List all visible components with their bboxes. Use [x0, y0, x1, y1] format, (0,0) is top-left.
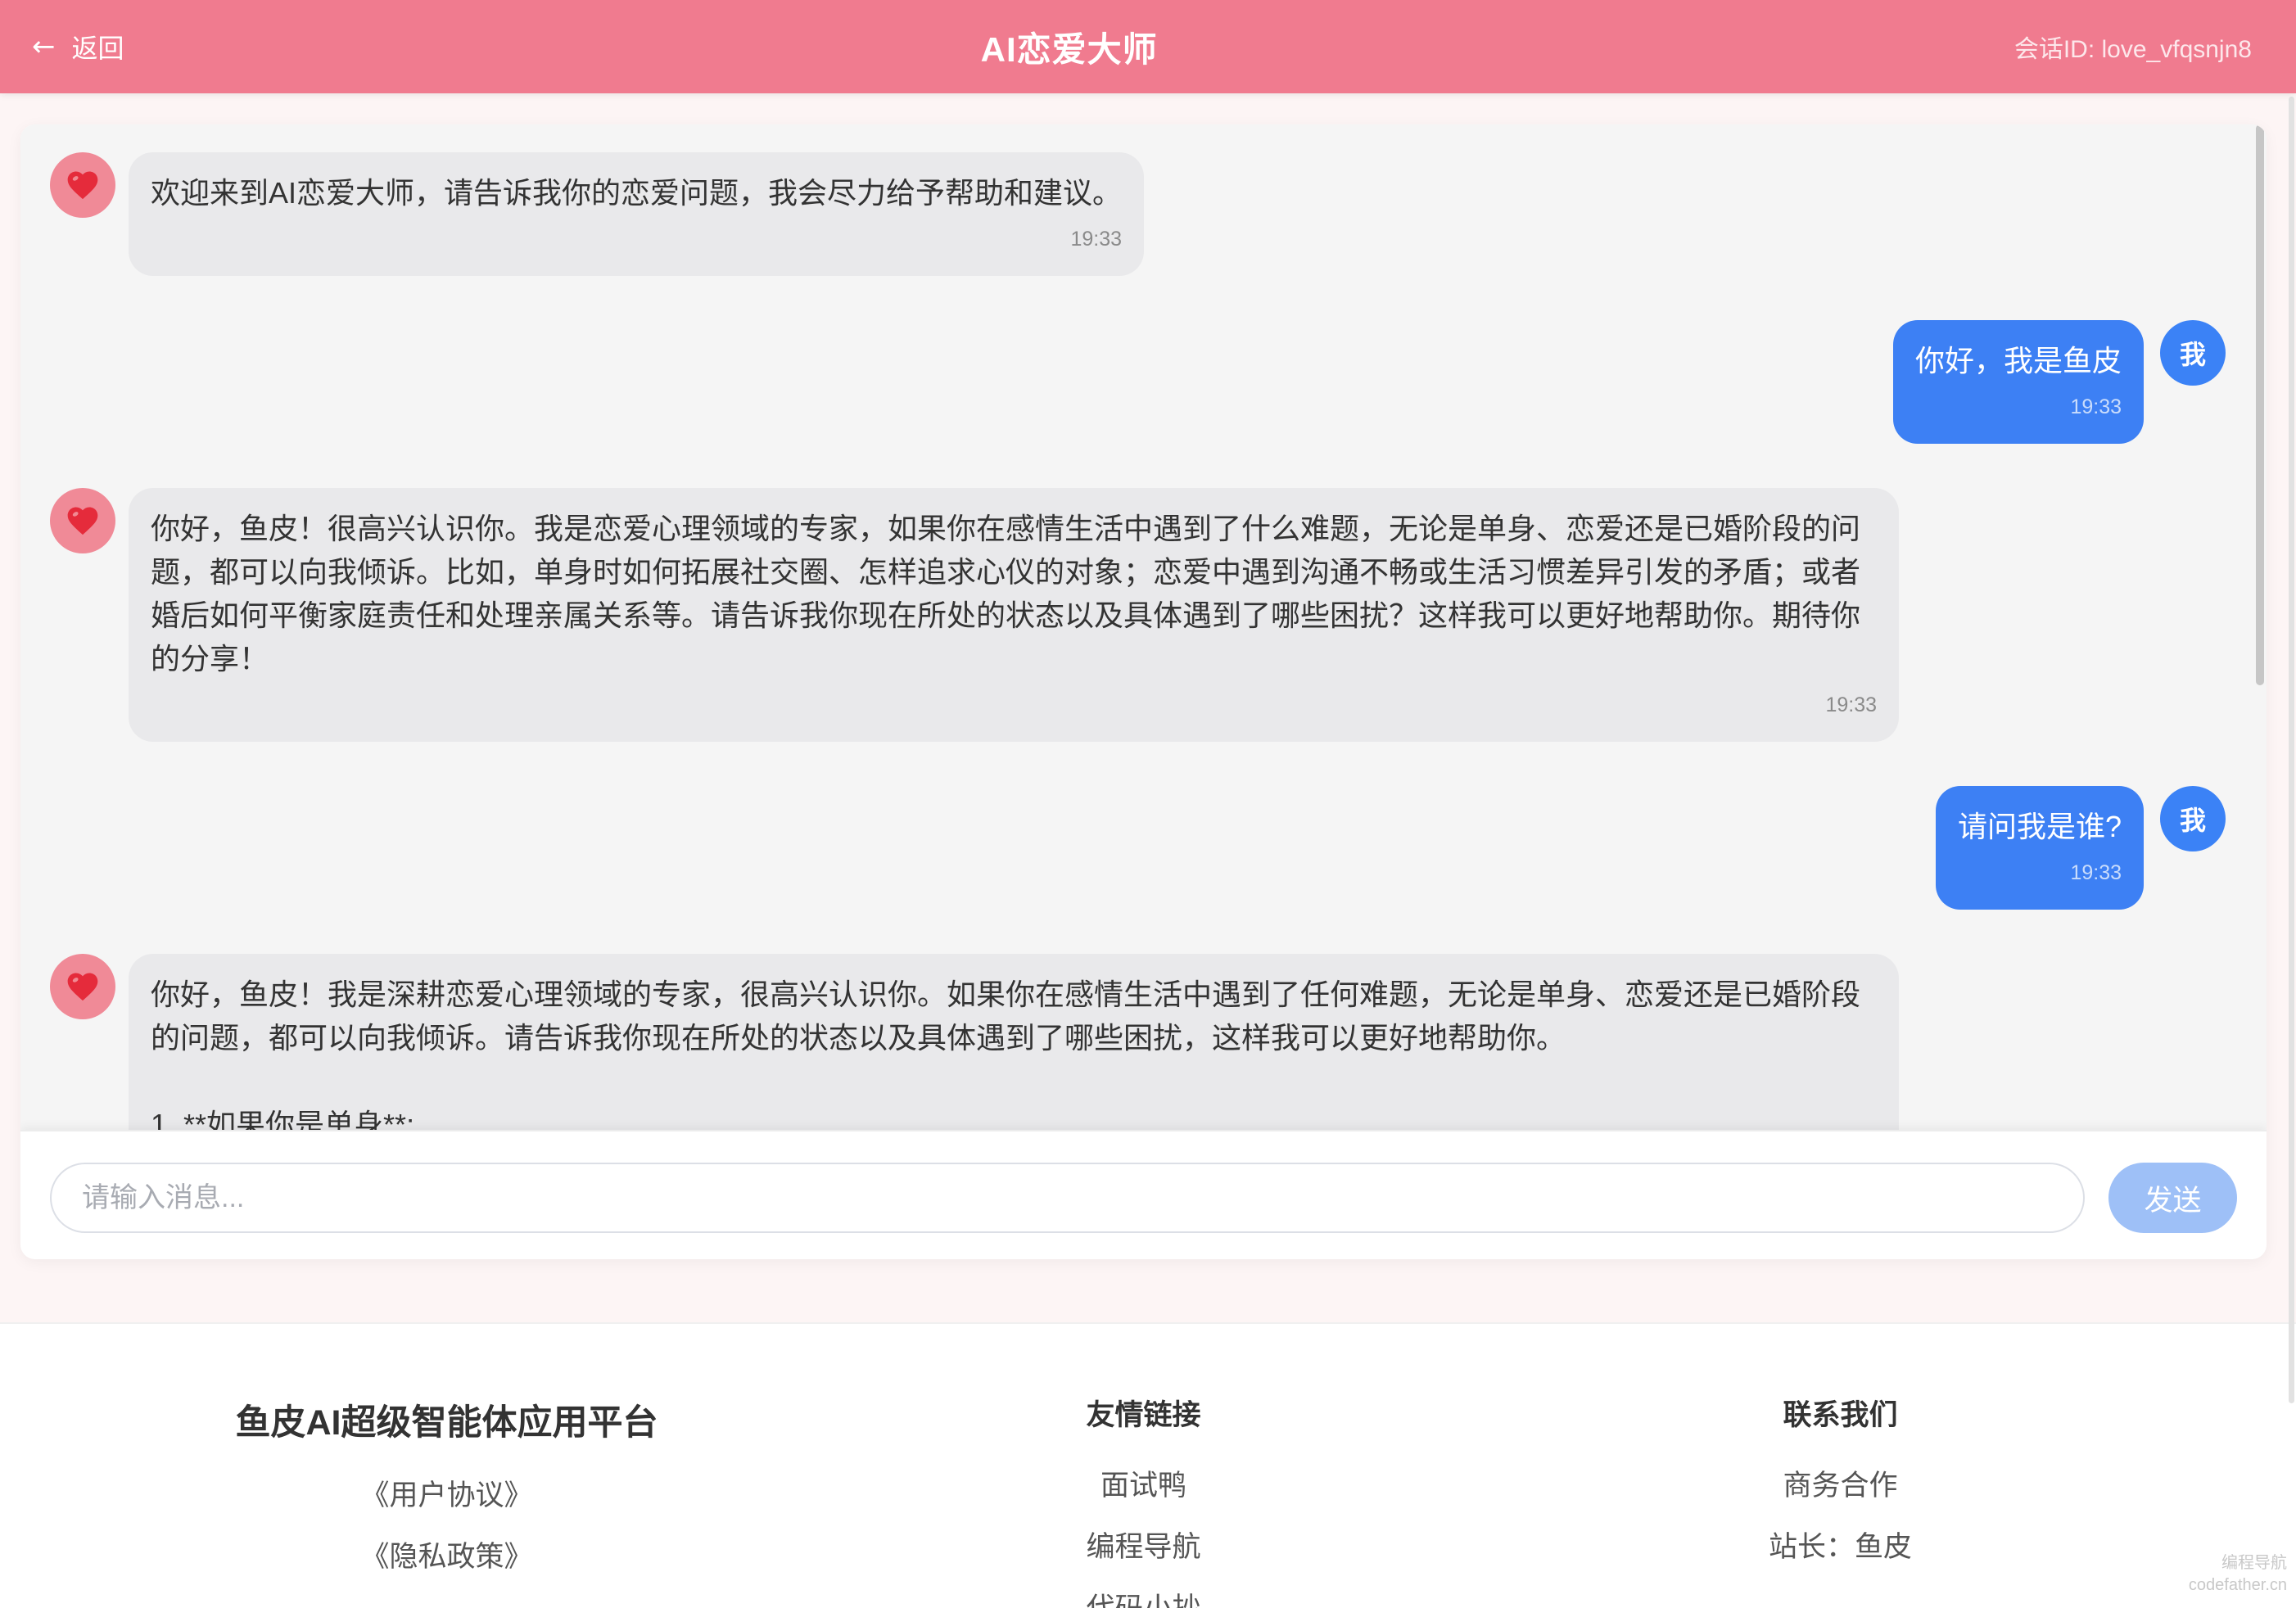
chat-scrollbar-thumb[interactable] — [2256, 124, 2264, 685]
chat-panel: 欢迎来到AI恋爱大师，请告诉我你的恋爱问题，我会尽力给予帮助和建议。 19:33… — [20, 124, 2267, 1259]
footer-link-user-agreement[interactable]: 《用户协议》 — [98, 1476, 795, 1515]
footer-brand-title: 鱼皮AI超级智能体应用平台 — [235, 1403, 658, 1443]
page-title: AI恋爱大师 — [980, 29, 1158, 69]
heart-icon — [67, 507, 98, 535]
footer: 鱼皮AI超级智能体应用平台 《用户协议》 《隐私政策》 友情链接 面试鸭 编程导… — [0, 1322, 2296, 1608]
send-button[interactable]: 发送 — [2108, 1163, 2237, 1233]
user-avatar: 我 — [2160, 786, 2226, 851]
message-time: 19:33 — [1825, 693, 1877, 716]
message-time: 19:33 — [2070, 395, 2122, 418]
message-text: 请问我是谁? — [1957, 810, 2122, 843]
message-time: 19:33 — [1070, 228, 1123, 251]
message-text: 你好，鱼皮！很高兴认识你。我是恋爱心理领域的专家，如果你在感情生活中遇到了什么难… — [151, 512, 1861, 675]
session-id: 会话ID: love_vfqsnjn8 — [2014, 36, 2252, 63]
chat-message-ai: 你好，鱼皮！我是深耕恋爱心理领域的专家，很高兴认识你。如果你在感情生活中遇到了任… — [50, 954, 2226, 1130]
chat-message-ai: 欢迎来到AI恋爱大师，请告诉我你的恋爱问题，我会尽力给予帮助和建议。 19:33 — [50, 152, 2226, 276]
footer-link-business[interactable]: 商务合作 — [1492, 1466, 2189, 1506]
message-bubble: 欢迎来到AI恋爱大师，请告诉我你的恋爱问题，我会尽力给予帮助和建议。 19:33 — [129, 152, 1145, 276]
message-input[interactable] — [50, 1163, 2085, 1233]
footer-contact: 联系我们 商务合作 站长：鱼皮 — [1492, 1324, 2189, 1608]
watermark: 编程导航 codefather.cn — [2189, 1552, 2287, 1597]
footer-brand: 鱼皮AI超级智能体应用平台 《用户协议》 《隐私政策》 — [98, 1324, 795, 1608]
composer: 发送 — [20, 1130, 2267, 1259]
ai-avatar — [50, 488, 115, 553]
back-arrow-icon: ← — [32, 30, 56, 63]
heart-icon — [67, 973, 98, 1001]
watermark-line2: codefather.cn — [2188, 1576, 2287, 1594]
watermark-line1: 编程导航 — [2221, 1554, 2287, 1572]
message-text: 欢迎来到AI恋爱大师，请告诉我你的恋爱问题，我会尽力给予帮助和建议。 — [151, 176, 1123, 210]
message-time: 19:33 — [2070, 861, 2122, 884]
heart-icon — [67, 171, 98, 200]
footer-link-codefather[interactable]: 编程导航 — [795, 1528, 1492, 1567]
message-list[interactable]: 欢迎来到AI恋爱大师，请告诉我你的恋爱问题，我会尽力给予帮助和建议。 19:33… — [20, 124, 2267, 1130]
message-text: 你好，鱼皮！我是深耕恋爱心理领域的专家，很高兴认识你。如果你在感情生活中遇到了任… — [151, 978, 1861, 1130]
message-text: 你好，我是鱼皮 — [1914, 344, 2122, 377]
message-bubble: 请问我是谁? 19:33 — [1935, 786, 2144, 910]
ai-avatar — [50, 954, 115, 1019]
page-scrollbar-thumb[interactable] — [2289, 97, 2294, 1403]
footer-link-code-notes[interactable]: 代码小抄 — [795, 1589, 1492, 1608]
chat-message-user: 你好，我是鱼皮 19:33 我 — [50, 320, 2226, 444]
footer-friend-links-title: 友情链接 — [1086, 1399, 1201, 1431]
message-bubble: 你好，鱼皮！我是深耕恋爱心理领域的专家，很高兴认识你。如果你在感情生活中遇到了任… — [129, 954, 1899, 1130]
message-bubble: 你好，我是鱼皮 19:33 — [1892, 320, 2144, 444]
back-button[interactable]: ← 返回 — [32, 28, 124, 65]
footer-contact-title: 联系我们 — [1783, 1399, 1898, 1431]
top-bar: ← 返回 AI恋爱大师 会话ID: love_vfqsnjn8 — [0, 0, 2296, 93]
back-label: 返回 — [71, 34, 124, 63]
footer-link-owner[interactable]: 站长：鱼皮 — [1492, 1528, 2189, 1567]
user-avatar: 我 — [2160, 320, 2226, 386]
message-bubble: 你好，鱼皮！很高兴认识你。我是恋爱心理领域的专家，如果你在感情生活中遇到了什么难… — [129, 488, 1899, 742]
chat-message-ai: 你好，鱼皮！很高兴认识你。我是恋爱心理领域的专家，如果你在感情生活中遇到了什么难… — [50, 488, 2226, 742]
footer-friend-links: 友情链接 面试鸭 编程导航 代码小抄 — [795, 1324, 1492, 1608]
footer-link-mianshiya[interactable]: 面试鸭 — [795, 1466, 1492, 1506]
footer-columns: 鱼皮AI超级智能体应用平台 《用户协议》 《隐私政策》 友情链接 面试鸭 编程导… — [98, 1324, 2189, 1608]
ai-avatar — [50, 152, 115, 218]
chat-message-user: 请问我是谁? 19:33 我 — [50, 786, 2226, 910]
footer-link-privacy-policy[interactable]: 《隐私政策》 — [98, 1538, 795, 1577]
